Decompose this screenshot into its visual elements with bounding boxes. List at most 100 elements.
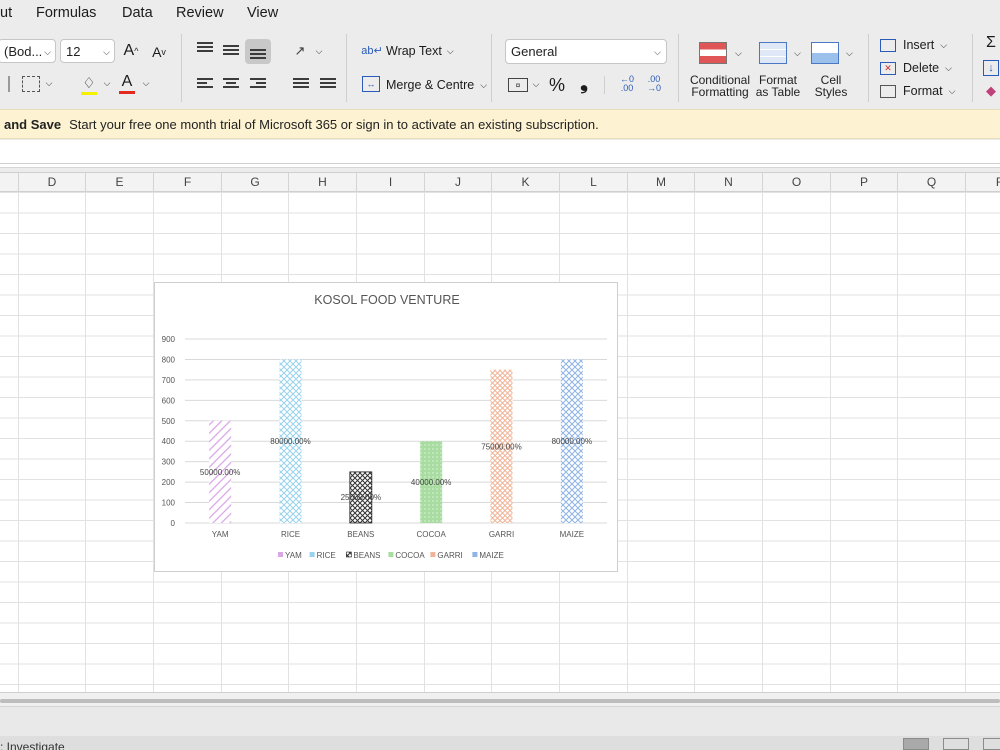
tab-formulas[interactable]: Formulas [36,5,96,21]
legend-swatch-cocoa [388,552,394,557]
comma-style-button[interactable]: ❟ [577,72,591,94]
normal-view-button[interactable] [903,738,929,750]
tab-review[interactable]: Review [176,5,224,21]
increase-indent-icon[interactable] [320,78,336,90]
eraser-icon[interactable]: ◆ [983,83,999,99]
decrease-indent-icon[interactable] [293,78,309,90]
column-header-l[interactable]: L [559,173,627,192]
column-header-q[interactable]: Q [897,173,965,192]
fill-down-icon[interactable]: ↓ [983,60,999,76]
format-as-table-button[interactable]: ⌵ Format as Table [756,36,804,102]
wrap-text-icon: ab↵ [361,44,383,57]
grid-line [762,192,763,692]
insert-cells-button[interactable]: Insert ⌵ [880,36,947,54]
font-name-dropdown[interactable]: (Bod... ⌵ [0,39,56,63]
y-tick-label: 800 [162,355,176,364]
y-tick-label: 200 [162,478,176,487]
bar-chart: KOSOL FOOD VENTURE 0 100 200 300 400 500 600 70… [162,293,607,560]
chevron-down-icon[interactable]: ⌵ [141,78,151,89]
formula-bar[interactable] [0,140,1000,168]
font-size-dropdown[interactable]: 12 ⌵ [60,39,115,63]
percent-style-button[interactable]: % [548,74,566,96]
page-layout-view-button[interactable] [943,738,969,750]
column-header-r[interactable]: F [965,173,1000,192]
y-tick-label: 600 [162,396,176,405]
chevron-down-icon[interactable]: ⌵ [314,46,324,57]
chart-container[interactable]: KOSOL FOOD VENTURE 0 100 200 300 400 500 600 70… [154,282,618,572]
cell-styles-label-line2: Styles [814,85,848,99]
column-header-d[interactable]: D [18,173,85,192]
legend-label-yam: YAM [285,551,302,560]
column-header-m[interactable]: M [627,173,694,192]
grow-font-button[interactable]: A ^ [121,41,141,61]
chevron-down-icon: ⌵ [940,39,948,50]
page-break-view-button[interactable] [983,738,1000,750]
comma-icon: ❟ [580,71,588,94]
chevron-down-icon[interactable]: ⌵ [44,78,54,89]
chevron-down-icon[interactable]: ⌵ [531,79,541,90]
increase-decimal-icon: .00 [620,83,634,93]
merge-centre-button[interactable]: Merge & Centre ⌵ [386,76,487,94]
align-right-icon[interactable] [250,78,266,90]
data-label: 75000.00% [481,442,521,451]
format-label: Format [903,84,943,98]
font-color-button[interactable]: A [117,72,137,94]
conditional-formatting-button[interactable]: ⌵ Conditional Formatting [689,36,750,102]
tab-data[interactable]: Data [122,5,153,21]
grid-line [85,192,86,692]
column-header-h[interactable]: H [288,173,356,192]
data-label: 40000.00% [411,478,451,487]
align-left-icon[interactable] [197,78,213,90]
chevron-down-icon: ⌵ [846,48,853,58]
column-header-o[interactable]: O [762,173,830,192]
grid-line [897,192,898,692]
data-label: 50000.00% [200,468,240,477]
chevron-down-icon: ⌵ [44,47,51,57]
column-header-i[interactable]: I [356,173,424,192]
scrollbar-thumb[interactable] [0,699,1000,703]
align-bottom-button[interactable] [245,39,271,64]
column-header-n[interactable]: N [694,173,762,192]
decrease-decimal-button[interactable]: .00 →0 [644,74,664,94]
wrap-text-button[interactable]: Wrap Text ⌵ [386,42,454,60]
format-cells-button[interactable]: Format ⌵ [880,82,955,100]
increase-decimal-button[interactable]: ←0 .00 [617,74,637,94]
delete-cells-button[interactable]: ✕ Delete ⌵ [880,59,952,77]
number-format-dropdown[interactable]: General ⌵ [505,39,667,64]
y-tick-label: 0 [171,519,176,528]
legend-label-garri: GARRI [437,551,462,560]
fill-color-swatch [81,91,97,95]
legend-label-maize: MAIZE [479,551,503,560]
font-size-value: 12 [66,43,81,59]
sheet-tabs-bar [0,706,1000,736]
align-center-icon[interactable] [223,78,239,90]
shrink-font-button[interactable]: Av [149,42,169,62]
horizontal-scrollbar[interactable] [0,692,1000,706]
align-middle-icon[interactable] [223,45,239,57]
column-header-j[interactable]: J [424,173,491,192]
align-top-icon[interactable] [197,42,213,54]
ribbon-separator [678,34,679,102]
chevron-down-icon: ⌵ [103,47,110,57]
tab-view[interactable]: View [247,5,278,21]
ribbon-separator [181,34,182,102]
chevron-down-icon[interactable]: ⌵ [102,78,112,89]
chevron-down-icon: ⌵ [735,48,742,58]
column-header-g[interactable]: G [221,173,288,192]
data-label: 25000.00% [341,493,381,502]
tab-layout[interactable]: ut [0,5,12,21]
fill-color-button[interactable]: ♢ [78,73,100,95]
orientation-icon[interactable]: ↗ [290,42,310,60]
borders-icon[interactable] [22,76,40,92]
autosum-icon[interactable]: Σ [983,34,999,52]
column-header-e[interactable]: E [85,173,153,192]
menu-bar: ut Formulas Data Review View [0,0,1000,28]
column-header-p[interactable]: P [830,173,897,192]
x-tick-label: MAIZE [560,530,584,539]
accounting-format-icon[interactable]: ¤ [508,78,528,92]
column-header-k[interactable]: K [491,173,559,192]
ribbon-separator [604,76,605,94]
column-header-f[interactable]: F [153,173,221,192]
divider [8,76,10,92]
cell-styles-button[interactable]: ⌵ Cell Styles [808,36,858,102]
